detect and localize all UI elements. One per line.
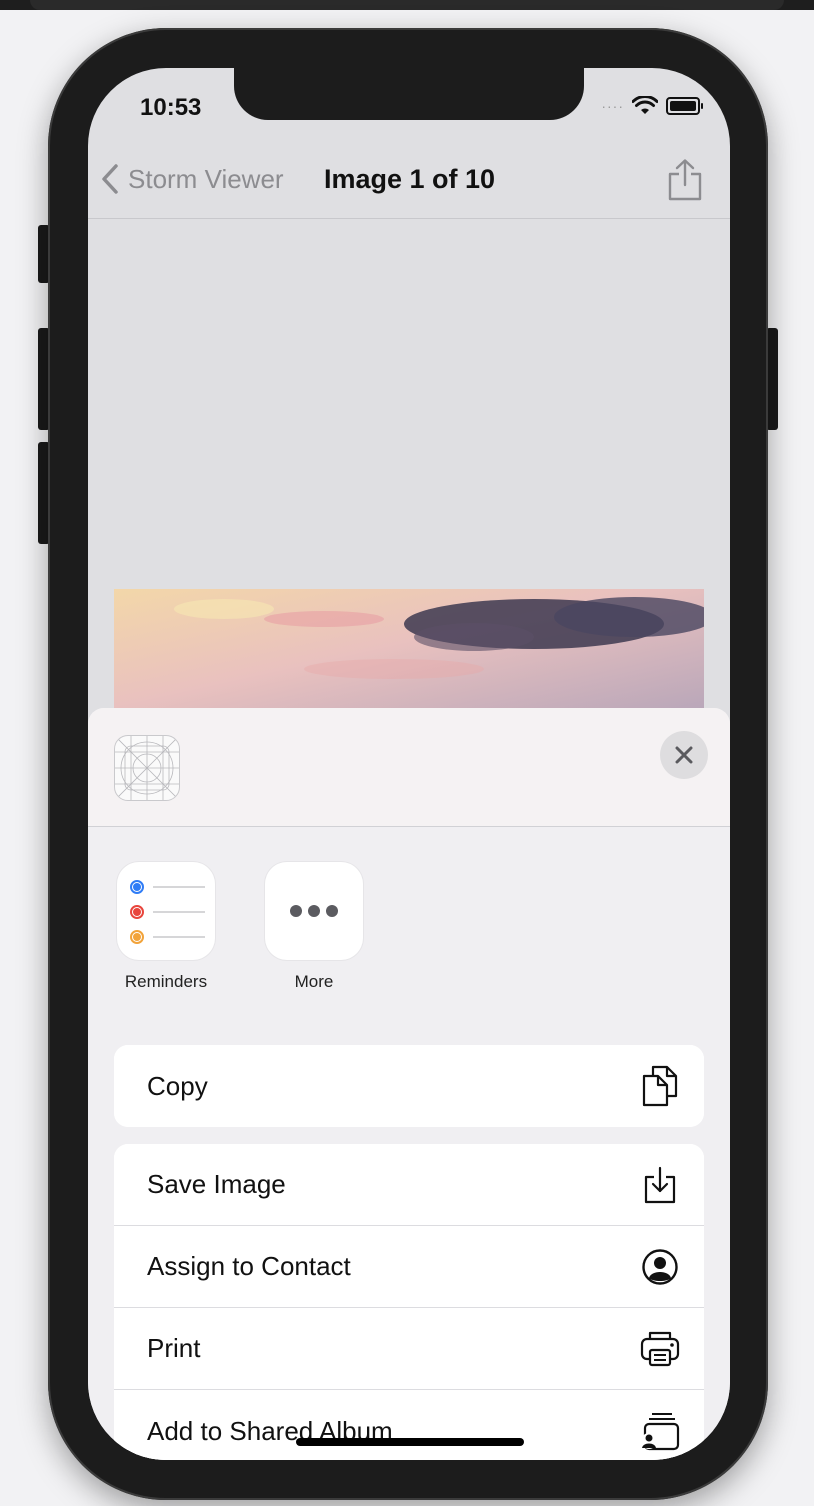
- app-icon-grid-icon: [115, 736, 179, 800]
- action-group-copy: Copy: [114, 1045, 704, 1127]
- app-label-reminders: Reminders: [124, 972, 208, 991]
- wifi-icon: [632, 96, 658, 114]
- navigation-bar: Storm Viewer Image 1 of 10: [88, 150, 730, 219]
- close-button[interactable]: [660, 731, 708, 779]
- back-button-label: Storm Viewer: [128, 163, 284, 194]
- shared-album-icon: [640, 1411, 680, 1451]
- status-indicators: ····: [601, 96, 703, 116]
- contact-icon: [640, 1247, 680, 1287]
- app-reminders[interactable]: Reminders: [111, 862, 221, 992]
- page-title: Image 1 of 10: [324, 164, 496, 194]
- image-placeholder-thumbnail: [114, 735, 180, 801]
- storm-photo-image: [114, 589, 704, 719]
- window-top-edge: [0, 0, 814, 10]
- share-icon[interactable]: [666, 158, 704, 202]
- action-copy[interactable]: Copy: [114, 1045, 704, 1127]
- battery-icon: [666, 97, 703, 115]
- back-button[interactable]: Storm Viewer: [98, 162, 284, 196]
- notch: [234, 68, 584, 120]
- home-indicator[interactable]: [296, 1438, 524, 1446]
- share-apps-row: Reminders More: [88, 862, 730, 1012]
- close-icon: [675, 746, 693, 764]
- storm-photo: [114, 589, 704, 719]
- reminder-dot-red: [133, 908, 141, 916]
- action-add-to-shared-album[interactable]: Add to Shared Album: [114, 1390, 704, 1460]
- chevron-left-icon: [102, 164, 118, 194]
- action-label: Save Image: [147, 1169, 286, 1199]
- share-sheet: Reminders More Copy Save Image Assign to…: [88, 708, 730, 1460]
- status-time: 10:53: [140, 94, 202, 121]
- reminder-dot-orange: [133, 933, 141, 941]
- action-group-more: Save Image Assign to Contact Print Add t…: [114, 1144, 704, 1460]
- reminder-dot-blue: [133, 883, 141, 891]
- reminders-icon: [117, 862, 215, 960]
- save-image-icon: [640, 1165, 680, 1205]
- phone-screen: 10:53 ···· Storm Viewer Image 1 of 10 Re…: [88, 68, 730, 1460]
- action-label: Print: [147, 1333, 201, 1363]
- share-sheet-header: [88, 708, 730, 827]
- action-save-image[interactable]: Save Image: [114, 1144, 704, 1226]
- action-label: Assign to Contact: [147, 1251, 351, 1281]
- copy-icon: [640, 1065, 680, 1107]
- cellular-signal-icon: ····: [601, 98, 624, 114]
- action-label: Copy: [147, 1070, 208, 1101]
- action-print[interactable]: Print: [114, 1308, 704, 1390]
- more-icon: [265, 862, 363, 960]
- app-label-more: More: [294, 972, 334, 991]
- printer-icon: [640, 1329, 680, 1369]
- app-more[interactable]: More: [259, 862, 369, 992]
- action-assign-to-contact[interactable]: Assign to Contact: [114, 1226, 704, 1308]
